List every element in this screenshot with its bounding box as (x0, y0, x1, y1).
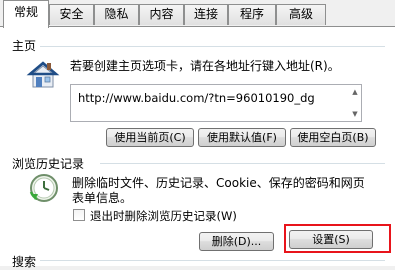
tab-strip: 常规 安全 隐私 内容 连接 程序 高级 (0, 0, 395, 28)
home-instruction: 若要创建主页选项卡，请在各地址行键入地址(R)。 (70, 59, 340, 73)
use-default-button[interactable]: 使用默认值(F) (198, 128, 286, 147)
delete-button[interactable]: 删除(D)... (199, 232, 274, 251)
home-url-value: http://www.baidu.com/?tn=96010190_dg (78, 91, 315, 105)
use-blank-button[interactable]: 使用空白页(B) (290, 128, 376, 147)
tab-security[interactable]: 安全 (49, 4, 94, 25)
history-section-divider (100, 163, 385, 164)
tab-advanced[interactable]: 高级 (276, 4, 326, 25)
tab-programs[interactable]: 程序 (228, 4, 276, 25)
search-section-divider (40, 260, 385, 261)
settings-button-highlight (284, 224, 391, 253)
tab-privacy[interactable]: 隐私 (94, 4, 139, 25)
house-icon (26, 57, 60, 91)
delete-history-on-exit-label[interactable]: 退出时删除浏览历史记录(W) (90, 208, 237, 224)
home-url-textarea[interactable]: http://www.baidu.com/?tn=96010190_dg ▲ ▼ (70, 84, 362, 122)
history-clock-icon (28, 172, 60, 204)
history-description-line2: 表单信息。 (72, 191, 133, 205)
delete-history-on-exit-checkbox[interactable] (73, 209, 85, 221)
scroll-down-icon[interactable]: ▼ (351, 110, 359, 118)
home-section-divider (40, 46, 385, 47)
history-section-title: 浏览历史记录 (12, 157, 85, 171)
tab-general[interactable]: 常规 (3, 0, 49, 28)
home-section-title: 主页 (12, 39, 37, 53)
scroll-up-icon[interactable]: ▲ (351, 88, 359, 96)
tab-content[interactable]: 内容 (139, 4, 184, 25)
tab-connections[interactable]: 连接 (184, 4, 228, 25)
use-current-button[interactable]: 使用当前页(C) (106, 128, 194, 147)
